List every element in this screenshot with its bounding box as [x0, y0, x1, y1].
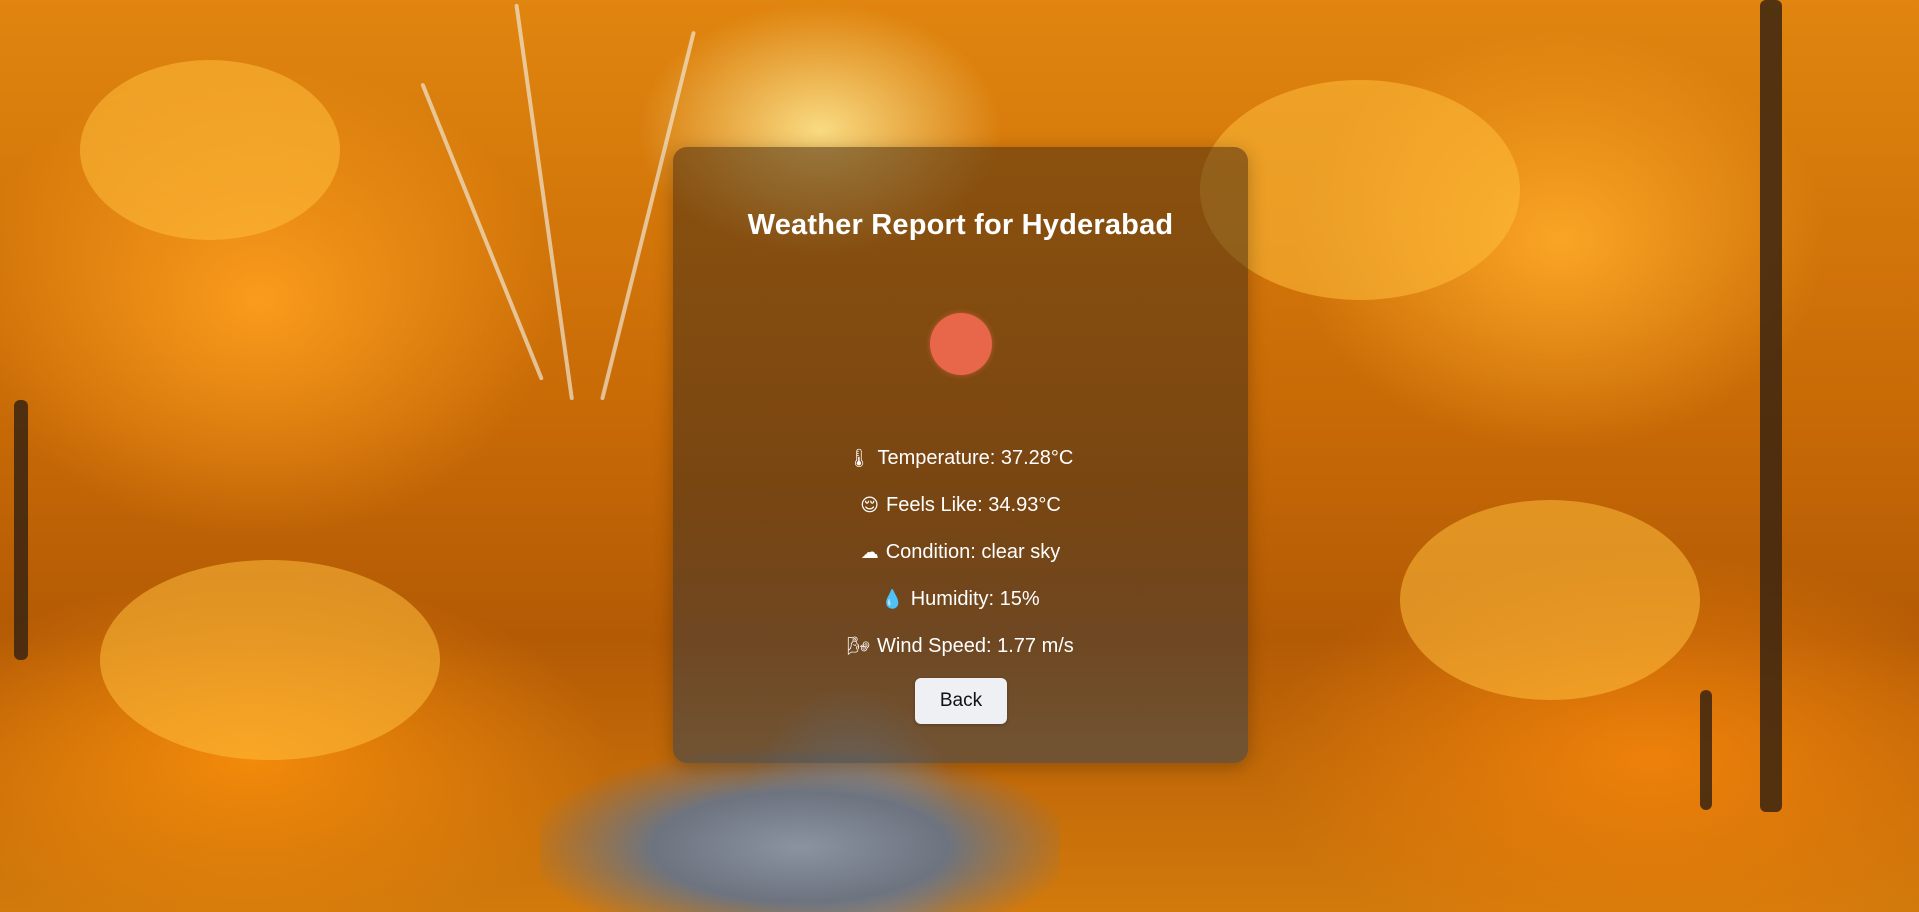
- branch-decoration: [420, 82, 544, 381]
- condition-text: Condition: clear sky: [885, 541, 1061, 563]
- wind-speed-text: Wind Speed: 1.77 m/s: [877, 635, 1074, 657]
- foliage-decoration: [80, 60, 340, 240]
- humidity-text: Humidity: 15%: [910, 588, 1040, 610]
- feels-like-row: 😌 Feels Like: 34.93°C: [673, 493, 1248, 517]
- thermometer-icon: 🌡: [847, 448, 871, 468]
- forest-path-decoration: [540, 750, 1060, 912]
- wind-icon: 🌬: [847, 636, 871, 656]
- page-title: Weather Report for Hyderabad: [747, 209, 1174, 241]
- cloud-icon: ☁: [860, 542, 879, 562]
- tree-trunk-decoration: [1760, 0, 1782, 812]
- temperature-row: 🌡 Temperature: 37.28°C: [673, 446, 1248, 470]
- humidity-row: 💧 Humidity: 15%: [673, 587, 1248, 611]
- sun-icon: [930, 313, 992, 375]
- page-background: Weather Report for Hyderabad 🌡 Temperatur…: [0, 0, 1919, 912]
- tree-trunk-decoration: [14, 400, 28, 660]
- feels-like-text: Feels Like: 34.93°C: [886, 494, 1061, 516]
- back-button[interactable]: Back: [915, 678, 1007, 724]
- foliage-decoration: [100, 560, 440, 760]
- foliage-decoration: [1200, 80, 1520, 300]
- relieved-face-icon: 😌: [860, 495, 879, 515]
- temperature-text: Temperature: 37.28°C: [877, 447, 1074, 469]
- tree-trunk-decoration: [1700, 690, 1712, 810]
- weather-report-card: Weather Report for Hyderabad 🌡 Temperatur…: [673, 147, 1248, 763]
- foliage-decoration: [1400, 500, 1700, 700]
- droplet-icon: 💧: [881, 589, 904, 609]
- wind-speed-row: 🌬 Wind Speed: 1.77 m/s: [673, 634, 1248, 658]
- condition-row: ☁ Condition: clear sky: [673, 540, 1248, 564]
